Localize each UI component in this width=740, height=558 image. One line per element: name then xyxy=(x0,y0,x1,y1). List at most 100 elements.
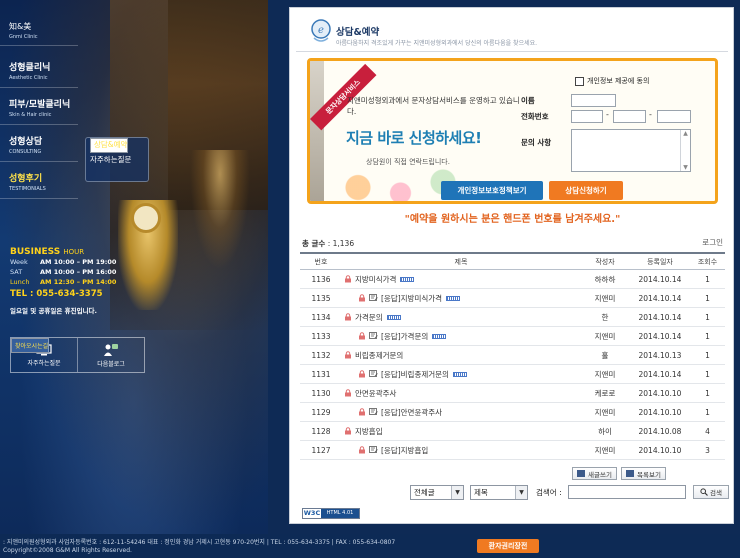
sms-consult-box: 문자상담서비스 지앤미성형외과에서 문자상담서비스를 운영하고 있습니다. 지금… xyxy=(307,58,718,204)
privacy-consent-checkbox[interactable] xyxy=(575,76,584,86)
post-title-link[interactable]: [응답]지방미식가격 xyxy=(381,293,442,304)
phone-separator: - xyxy=(606,110,609,119)
post-title-link[interactable]: 지방흡입 xyxy=(355,426,383,437)
post-title-link[interactable]: 안면윤곽주사 xyxy=(355,388,396,399)
chevron-down-icon[interactable]: ▼ xyxy=(515,486,527,499)
cell-views: 1 xyxy=(705,312,710,322)
post-title-link[interactable]: 가격문의 xyxy=(355,312,383,323)
submenu-item-reservation[interactable]: 상담&예약 xyxy=(90,138,129,153)
search-button[interactable]: 검색 xyxy=(693,485,729,499)
cell-title[interactable]: 안면윤곽주사 xyxy=(342,388,580,399)
name-field[interactable] xyxy=(571,94,616,107)
table-row[interactable]: 1131 [응답]비립종제거문의 지앤미 2014.10.14 1 xyxy=(300,365,725,384)
table-row[interactable]: 1129 [응답]안면윤곽주사 지앤미 2014.10.10 1 xyxy=(300,403,725,422)
table-row[interactable]: 1130 안면윤곽주사 케로로 2014.10.10 1 xyxy=(300,384,725,403)
cell-title[interactable]: [응답]안면윤곽주사 xyxy=(342,407,580,418)
reply-icon xyxy=(369,446,378,454)
search-input[interactable] xyxy=(568,485,686,499)
table-row[interactable]: 1135 [응답]지방미식가격 지앤미 2014.10.14 1 xyxy=(300,289,725,308)
table-row[interactable]: 1128 지방흡입 하이 2014.10.08 4 xyxy=(300,422,725,441)
cell-title[interactable]: 가격문의 xyxy=(342,312,580,323)
sidebar-item-label: 知&美 xyxy=(9,22,32,31)
quick-directions-button[interactable]: 찾아오시는길 xyxy=(11,338,50,353)
cell-author: 지앤미 xyxy=(594,293,616,303)
search-scope-select[interactable]: 전체글 ▼ xyxy=(410,485,464,500)
post-title-link[interactable]: [응답]가격문의 xyxy=(381,331,428,342)
phone-field-1[interactable] xyxy=(571,110,603,123)
privacy-policy-button[interactable]: 개인정보보호정책보기 xyxy=(441,181,543,200)
reply-icon xyxy=(369,294,378,302)
post-title-link[interactable]: 지방미식가격 xyxy=(355,274,396,285)
cell-views: 1 xyxy=(705,388,710,398)
cell-title[interactable]: 지방흡입 xyxy=(342,426,580,437)
cell-author: 하하하 xyxy=(594,274,616,284)
new-post-icon xyxy=(446,295,461,301)
post-title-link[interactable]: [응답]비립종제거문의 xyxy=(381,369,449,380)
scroll-up-icon[interactable]: ▲ xyxy=(683,130,688,137)
quick-blog-button[interactable]: 다음블로그 xyxy=(78,338,144,372)
cell-title[interactable]: [응답]지방미식가격 xyxy=(342,293,580,304)
table-row[interactable]: 1133 [응답]가격문의 지앤미 2014.10.14 1 xyxy=(300,327,725,346)
cell-title[interactable]: [응답]지방흡입 xyxy=(342,445,580,456)
hours-value: AM 10:00 – PM 19:00 xyxy=(40,258,117,266)
sidebar-item-aesthetic[interactable]: 성형클리닉 Aesthetic Clinic xyxy=(0,52,78,88)
search-label: 검색어 : xyxy=(536,488,562,497)
hours-value: AM 10:00 – PM 16:00 xyxy=(40,268,117,276)
cell-title[interactable]: [응답]비립종제거문의 xyxy=(342,369,580,380)
cell-title[interactable]: 지방미식가격 xyxy=(342,274,580,285)
lock-icon xyxy=(344,351,352,359)
post-title-link[interactable]: [응답]지방흡입 xyxy=(381,445,428,456)
submenu-item-faq[interactable]: 자주하는질문 xyxy=(90,154,144,165)
cell-date: 2014.10.10 xyxy=(638,445,682,455)
cell-date: 2014.10.14 xyxy=(638,331,682,341)
login-link[interactable]: 로그인 xyxy=(702,237,723,248)
cell-no: 1133 xyxy=(311,331,331,341)
sidebar-item-home[interactable]: 知&美 Gnmi Clinic xyxy=(0,16,78,46)
search-bar: 전체글 ▼ 제목 ▼ 검색어 : 검색 xyxy=(410,485,730,501)
post-title-link[interactable]: 비립종제거문의 xyxy=(355,350,403,361)
phone-label: 전화번호 xyxy=(521,112,549,121)
post-title-link[interactable]: [응답]안면윤곽주사 xyxy=(381,407,442,418)
sidebar-item-skin-hair[interactable]: 피부/모발클리닉 Skin & Hair clinic xyxy=(0,89,78,125)
list-view-button[interactable]: 목록보기 xyxy=(621,467,666,480)
apply-consult-button[interactable]: 상담신청하기 xyxy=(549,181,623,200)
search-button-label: 검색 xyxy=(710,489,722,497)
table-row[interactable]: 1132 비립종제거문의 홀 2014.10.13 1 xyxy=(300,346,725,365)
write-post-button[interactable]: 새글쓰기 xyxy=(572,467,617,480)
page-subtitle: 아름다움하지 격조있게 가꾸는 지앤미성형외과에서 당신의 아름다움을 찾으세요… xyxy=(336,40,538,47)
textarea-scrollbar[interactable]: ▲ ▼ xyxy=(680,130,690,171)
chevron-down-icon[interactable]: ▼ xyxy=(451,486,463,499)
business-hours: BUSINESS HOUR Week AM 10:00 – PM 19:00 S… xyxy=(10,247,130,315)
col-header-no: 번호 xyxy=(314,257,328,266)
cell-author: 지앤미 xyxy=(594,407,616,417)
sidebar-item-consulting[interactable]: 성형상담 CONSULTING xyxy=(0,126,78,162)
hours-title: BUSINESS HOUR xyxy=(10,247,130,257)
privacy-consent[interactable]: 개인정보 제공에 동의 xyxy=(575,76,649,86)
phone-field-2[interactable] xyxy=(613,110,646,123)
page: 知&美 Gnmi Clinic 성형클리닉 Aesthetic Clinic 피… xyxy=(0,0,740,558)
sidebar-item-testimonials[interactable]: 성형후기 TESTIMONIALS xyxy=(0,163,78,199)
table-row[interactable]: 1134 가격문의 한 2014.10.14 1 xyxy=(300,308,725,327)
name-label: 이름 xyxy=(521,96,535,105)
scroll-down-icon[interactable]: ▼ xyxy=(683,164,688,171)
hours-row-week: Week AM 10:00 – PM 19:00 xyxy=(10,257,130,267)
left-panel: 知&美 Gnmi Clinic 성형클리닉 Aesthetic Clinic 피… xyxy=(0,0,268,534)
promo-headline: 지금 바로 신청하세요! xyxy=(346,129,482,147)
table-row[interactable]: 1127 [응답]지방흡입 지앤미 2014.10.10 3 xyxy=(300,441,725,460)
svg-text:e: e xyxy=(318,25,324,36)
w3c-badge[interactable]: W3C HTML 4.01 xyxy=(302,508,360,519)
cell-views: 3 xyxy=(705,445,710,455)
table-row[interactable]: 1136 지방미식가격 하하하 2014.10.14 1 xyxy=(300,270,725,289)
search-field-select[interactable]: 제목 ▼ xyxy=(470,485,528,500)
post-count-value: : 1,136 xyxy=(327,239,355,248)
quick-label: 찾아오시는길 xyxy=(15,343,49,350)
cell-title[interactable]: [응답]가격문의 xyxy=(342,331,580,342)
search-icon xyxy=(700,488,708,496)
patient-rights-button[interactable]: 환자권리장전 xyxy=(477,539,539,553)
inquiry-textarea[interactable]: ▲ ▼ xyxy=(571,129,691,172)
new-post-icon xyxy=(386,314,401,320)
cell-title[interactable]: 비립종제거문의 xyxy=(342,350,580,361)
table-header: 번호 제목 작성자 등록일자 조회수 xyxy=(300,254,725,270)
phone-field-3[interactable] xyxy=(657,110,691,123)
footer: : 지앤미의원성형외과 사업자등록번호 : 612-11-54246 대표 : … xyxy=(0,534,740,558)
